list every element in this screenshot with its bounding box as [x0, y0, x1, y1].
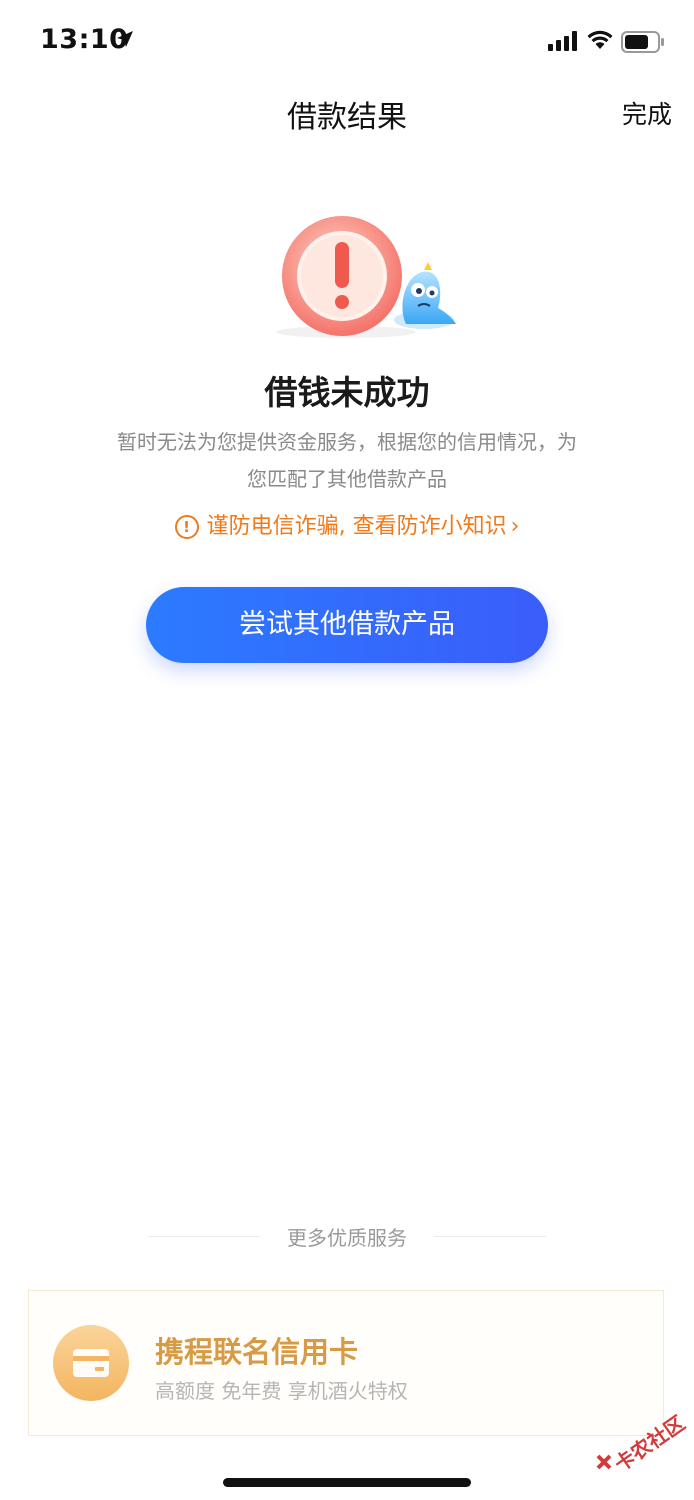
card-subtitle: 高额度 免年费 享机酒火特权 — [155, 1379, 408, 1403]
done-button[interactable]: 完成 — [622, 95, 672, 131]
try-other-products-button[interactable]: 尝试其他借款产品 — [146, 587, 548, 663]
watermark-logo: 卡农社区 — [596, 1411, 688, 1477]
warning-illustration-icon — [276, 216, 456, 338]
result-description: 暂时无法为您提供资金服务，根据您的信用情况，为您匹配了其他借款产品 — [117, 430, 577, 491]
home-indicator — [223, 1478, 471, 1487]
status-bar: 13:10 — [0, 0, 694, 84]
wifi-icon — [587, 30, 613, 49]
battery-icon — [621, 31, 664, 53]
location-arrow-icon — [117, 31, 133, 47]
credit-card-service-card[interactable]: 携程联名信用卡 高额度 免年费 享机酒火特权 — [28, 1290, 664, 1436]
card-title: 携程联名信用卡 — [155, 1335, 359, 1369]
result-title: 借钱未成功 — [264, 373, 430, 412]
more-services-divider: 更多优质服务 — [0, 1222, 694, 1252]
more-services-label: 更多优质服务 — [287, 1226, 407, 1250]
nav-bar: 借款结果 完成 — [0, 84, 694, 138]
warning-icon: ! — [174, 515, 199, 539]
cellular-signal-icon — [548, 31, 577, 51]
card-icon-background — [53, 1325, 129, 1401]
credit-card-icon — [73, 1349, 109, 1377]
fraud-tip-text: 谨防电信诈骗, 查看防诈小知识 — [206, 514, 507, 539]
chevron-right-icon: › — [510, 514, 520, 539]
svg-text:卡农社区: 卡农社区 — [610, 1411, 688, 1477]
divider-line — [434, 1236, 546, 1237]
fraud-tip-link[interactable]: ! 谨防电信诈骗, 查看防诈小知识 › — [0, 508, 694, 540]
page-title: 借款结果 — [287, 100, 407, 135]
